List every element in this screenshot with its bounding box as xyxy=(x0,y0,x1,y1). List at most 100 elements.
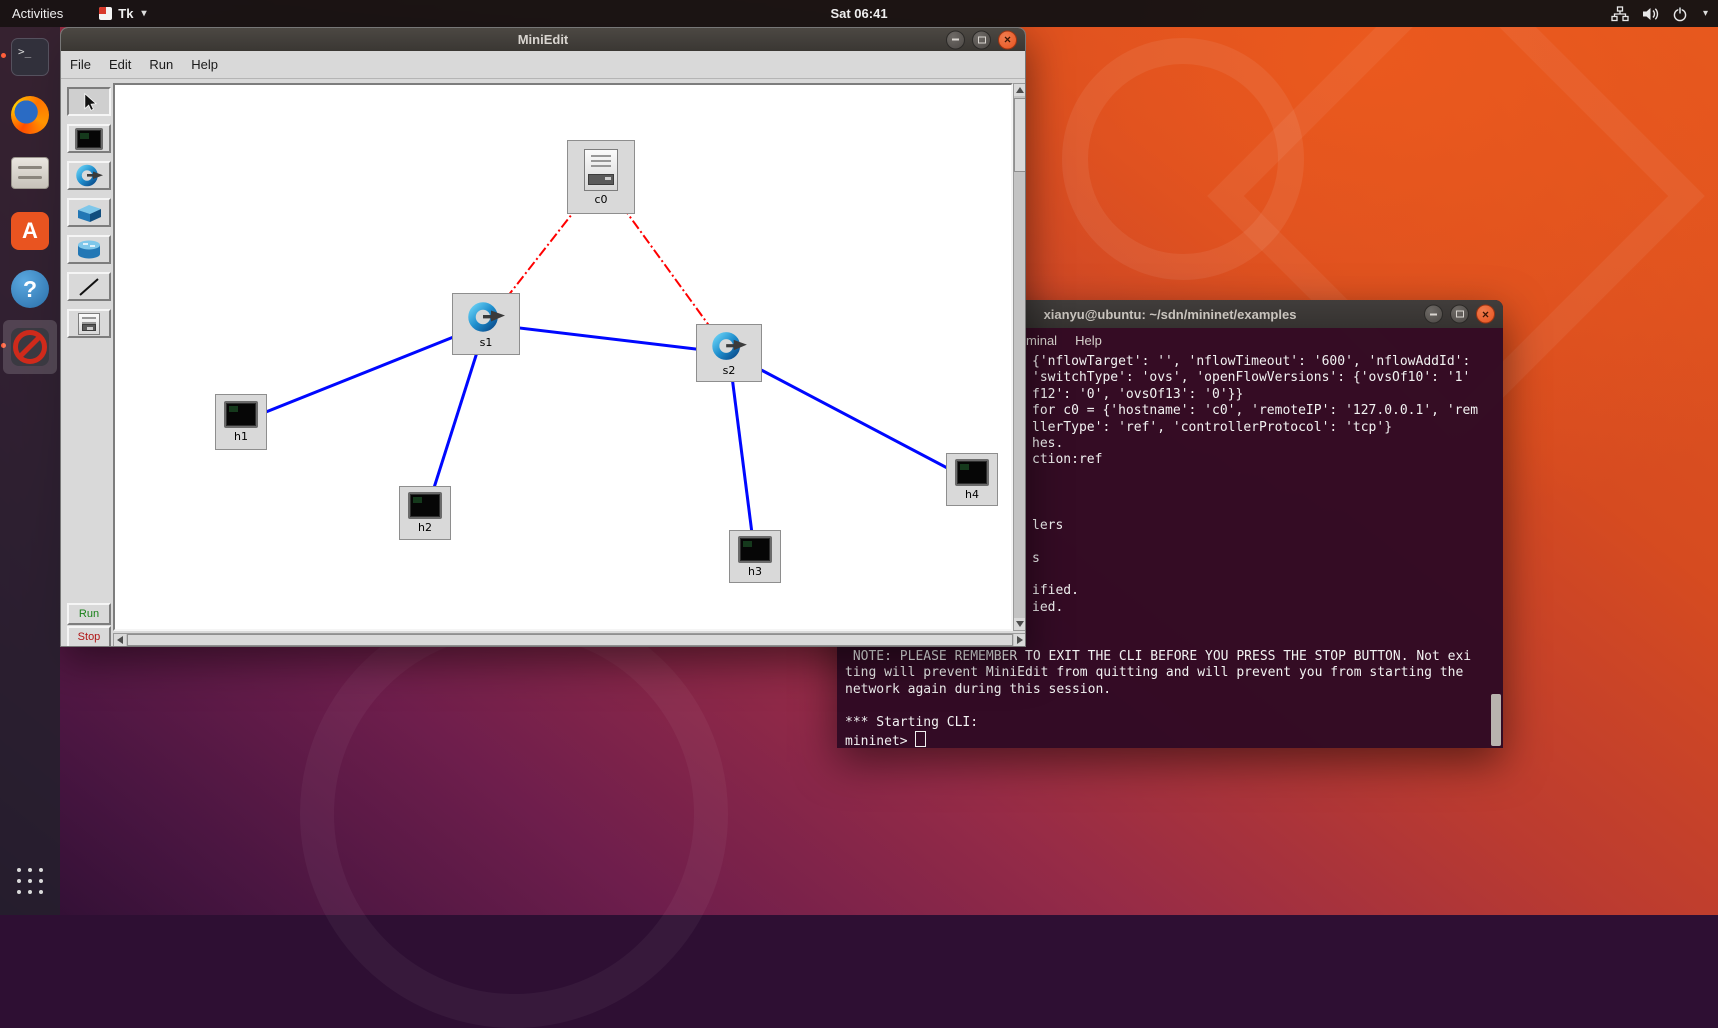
legacy-switch-icon xyxy=(78,204,101,222)
close-button[interactable]: × xyxy=(1476,304,1495,324)
node-label: s1 xyxy=(479,335,493,349)
switch-icon xyxy=(468,301,505,332)
top-bar: Activities Tk ▾ Sat 06:41 ▾ xyxy=(0,0,1718,27)
files-icon xyxy=(11,157,49,189)
node-h4[interactable]: h4 xyxy=(946,453,998,506)
miniedit-menubar: File Edit Run Help xyxy=(61,51,1025,79)
host-icon xyxy=(738,535,772,563)
tool-legacy-switch[interactable] xyxy=(67,198,111,227)
menu-help[interactable]: Help xyxy=(182,57,227,72)
wallpaper-ring-shape xyxy=(300,600,728,1028)
node-h3[interactable]: h3 xyxy=(729,530,781,583)
controller-icon xyxy=(584,148,618,191)
running-indicator-dot xyxy=(1,53,6,58)
scroll-right-arrow[interactable] xyxy=(1014,634,1025,646)
show-applications-button[interactable] xyxy=(14,865,46,897)
volume-icon xyxy=(1642,7,1659,20)
maximize-button[interactable] xyxy=(972,30,991,49)
menu-file[interactable]: File xyxy=(61,57,100,72)
node-h2[interactable]: h2 xyxy=(399,486,451,540)
minimize-button[interactable] xyxy=(1424,304,1443,324)
terminal-icon: >_ xyxy=(11,38,49,76)
app-menu[interactable]: Tk ▾ xyxy=(99,6,147,21)
chevron-down-icon: ▾ xyxy=(141,8,147,19)
terminal-line: network again during this session. xyxy=(845,681,1112,697)
menu-edit[interactable]: Edit xyxy=(100,57,140,72)
node-label: h4 xyxy=(965,487,979,501)
dock-item-firefox[interactable] xyxy=(8,93,52,137)
terminal-title: xianyu@ubuntu: ~/sdn/mininet/examples xyxy=(1043,306,1297,322)
terminal-scrollbar[interactable] xyxy=(1490,354,1502,746)
switch-icon xyxy=(76,164,103,187)
node-label: h1 xyxy=(234,430,248,443)
switch-icon xyxy=(712,331,747,360)
controller-icon xyxy=(78,312,100,335)
power-icon xyxy=(1673,6,1687,21)
miniedit-title: MiniEdit xyxy=(517,32,569,47)
canvas-vertical-scrollbar[interactable] xyxy=(1013,83,1025,631)
terminal-line: NOTE: PLEASE REMEMBER TO EXIT THE CLI BE… xyxy=(845,649,1472,665)
scroll-left-arrow[interactable] xyxy=(114,634,126,646)
cursor-arrow-icon xyxy=(84,92,98,111)
tk-app-icon xyxy=(99,7,113,20)
link-line-icon xyxy=(79,277,99,296)
miniedit-content: Run Stop c0 s1 s2 h1 h2 h3 h4 xyxy=(61,79,1025,646)
node-s1[interactable]: s1 xyxy=(452,293,520,355)
stop-button[interactable]: Stop xyxy=(67,626,111,646)
tool-select[interactable] xyxy=(67,87,111,116)
activities-button[interactable]: Activities xyxy=(12,6,63,21)
link-s1-h1 xyxy=(240,322,487,424)
dock-item-files[interactable] xyxy=(8,151,52,195)
link-s1-s2 xyxy=(485,322,730,355)
host-icon xyxy=(75,127,103,150)
scrollbar-thumb[interactable] xyxy=(1014,98,1025,172)
chevron-down-icon: ▾ xyxy=(1702,8,1708,19)
node-label: h3 xyxy=(748,564,762,578)
dock-item-miniedit[interactable] xyxy=(8,325,52,369)
terminal-prompt-line: mininet> xyxy=(845,730,1495,748)
close-button[interactable]: × xyxy=(998,30,1017,49)
tool-controller[interactable] xyxy=(67,309,111,338)
maximize-button[interactable] xyxy=(1450,304,1469,324)
terminal-line: ting will prevent MiniEdit from quitting… xyxy=(845,665,1464,681)
link-s2-h4 xyxy=(728,351,973,483)
network-icon xyxy=(1611,5,1629,21)
minimize-button[interactable] xyxy=(946,30,965,49)
scrollbar-thumb[interactable] xyxy=(1491,694,1501,746)
miniedit-window: MiniEdit × File Edit Run Help Run Stop c… xyxy=(60,27,1026,647)
dock-item-ubuntu-software[interactable]: A xyxy=(8,209,52,253)
app-menu-label: Tk xyxy=(118,6,134,21)
firefox-icon xyxy=(11,96,49,134)
node-c0[interactable]: c0 xyxy=(567,140,635,214)
dock-item-help[interactable]: ? xyxy=(8,267,52,311)
help-icon: ? xyxy=(11,270,49,308)
terminal-cursor xyxy=(915,730,927,747)
terminal-line: *** Starting CLI: xyxy=(845,714,979,730)
topology-canvas[interactable]: c0 s1 s2 h1 h2 h3 h4 xyxy=(113,83,1013,631)
system-tray[interactable]: ▾ xyxy=(1611,5,1708,22)
host-icon xyxy=(224,401,258,428)
scrollbar-thumb[interactable] xyxy=(127,634,1013,646)
tool-netlink[interactable] xyxy=(67,272,111,301)
menu-run[interactable]: Run xyxy=(140,57,182,72)
node-label: c0 xyxy=(594,192,608,206)
topology-links xyxy=(240,176,973,558)
node-h1[interactable]: h1 xyxy=(215,394,267,450)
canvas-horizontal-scrollbar[interactable] xyxy=(113,633,1025,646)
node-label: s2 xyxy=(722,363,736,377)
menu-help[interactable]: Help xyxy=(1075,333,1102,348)
tool-host[interactable] xyxy=(67,124,111,153)
run-button[interactable]: Run xyxy=(67,603,111,625)
node-s2[interactable]: s2 xyxy=(696,324,762,382)
no-entry-icon xyxy=(11,328,49,366)
clock[interactable]: Sat 06:41 xyxy=(830,6,887,21)
tool-switch[interactable] xyxy=(67,161,111,190)
dock-item-terminal[interactable]: >_ xyxy=(8,35,52,79)
scroll-up-arrow[interactable] xyxy=(1014,84,1025,96)
scroll-down-arrow[interactable] xyxy=(1014,618,1025,630)
menu-terminal-partial[interactable]: minal xyxy=(1026,333,1057,348)
miniedit-titlebar[interactable]: MiniEdit × xyxy=(61,28,1025,51)
tool-legacy-router[interactable] xyxy=(67,235,111,264)
link-s2-h3 xyxy=(727,352,757,558)
